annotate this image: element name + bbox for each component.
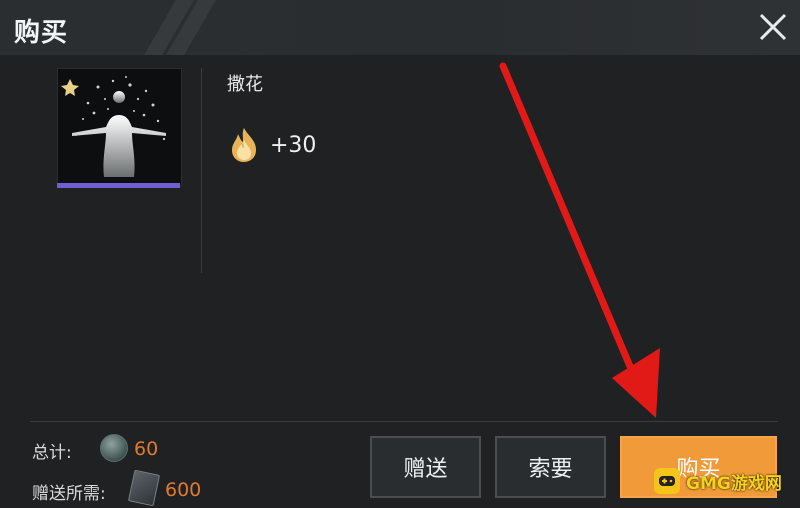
total-value: 60 <box>134 438 159 460</box>
dialog-title: 购买 <box>14 18 69 48</box>
flame-icon <box>228 126 260 164</box>
footer-divider <box>30 421 778 422</box>
gift-required-label: 赠送所需: <box>32 484 106 504</box>
watermark-text: GMG游戏网 <box>686 473 782 494</box>
watermark: GMG游戏网 <box>654 468 782 494</box>
total-label: 总计: <box>32 443 72 463</box>
close-icon[interactable] <box>756 10 790 44</box>
coin-icon <box>100 434 128 462</box>
vertical-divider <box>201 68 202 273</box>
item-thumbnail <box>57 68 182 186</box>
gift-required-value: 600 <box>165 479 202 501</box>
item-name: 撒花 <box>227 74 263 95</box>
gift-button[interactable]: 赠送 <box>370 436 481 498</box>
request-button[interactable]: 索要 <box>495 436 606 498</box>
rarity-bar <box>57 183 180 188</box>
confetti-emote-icon <box>61 76 166 177</box>
dialog-title-bar: 购买 <box>0 0 800 55</box>
gamepad-icon <box>654 468 680 494</box>
heat-bonus: +30 <box>270 133 317 158</box>
